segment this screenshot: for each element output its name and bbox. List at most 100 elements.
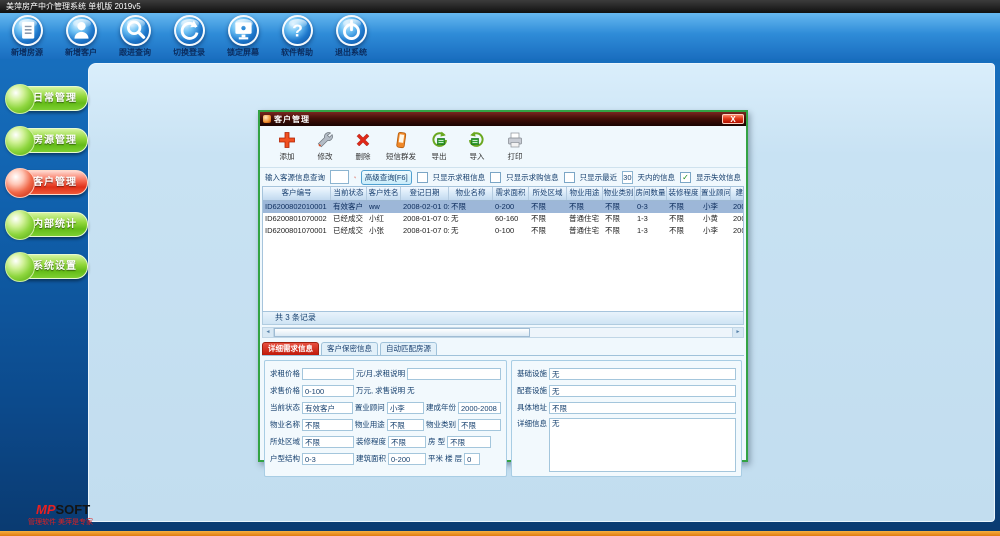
table-column-header[interactable]: 当前状态 — [331, 187, 367, 200]
detail-tabs: 详细需求信息 客户保密信息 自动匹配房源 — [262, 342, 744, 356]
table-cell: 不限 — [605, 214, 620, 223]
pill-ball-icon — [5, 84, 35, 114]
dialog-toolbar-label: 添加 — [279, 152, 295, 161]
table-cell: 小李 — [703, 226, 718, 235]
sidebar-item-system-settings[interactable]: 系统设置 — [5, 252, 88, 282]
advanced-query-button[interactable]: 高级查询[F6] — [360, 169, 412, 185]
form-label: 层 — [454, 454, 463, 463]
dialog-title: 客户管理 — [274, 114, 310, 124]
tab-auto-match-listings[interactable]: 自动匹配房源 — [380, 342, 437, 355]
tab-demand-detail[interactable]: 详细需求信息 — [262, 342, 319, 355]
delete-icon — [356, 133, 370, 147]
form-field[interactable] — [407, 367, 501, 380]
table-column-header[interactable]: 客户姓名 — [367, 187, 401, 200]
toolbar-follow-up-search-button[interactable]: 跟进查询 — [108, 15, 162, 58]
switch-login-refresh-icon — [173, 15, 205, 46]
add-button[interactable]: 添加 — [272, 130, 302, 162]
form-label: 元/月,求租说明 — [356, 369, 406, 378]
search-input[interactable] — [330, 170, 349, 184]
sidebar-item-listing-management[interactable]: 房源管理 — [5, 126, 88, 156]
form-field[interactable]: 无 — [549, 418, 736, 472]
form-label: 配套设施 — [517, 386, 547, 395]
form-field[interactable]: 小李 — [386, 401, 424, 414]
edit-button[interactable]: 修改 — [310, 130, 340, 162]
print-button[interactable]: 打印 — [500, 130, 530, 162]
form-field[interactable]: 无 — [549, 367, 736, 380]
demand-detail-groupbox-right: 基础设施无配套设施无具体地址 不限 详细信息无 — [511, 360, 742, 477]
form-field[interactable] — [302, 367, 354, 380]
close-icon[interactable]: X — [722, 114, 744, 124]
toolbar-software-help-button[interactable]: ? 软件帮助 — [270, 15, 324, 58]
table-row[interactable]: ID6200802010001有效客户ww2008-02-01 0:00不限0-… — [263, 201, 743, 213]
form-field[interactable]: 有效客户 — [302, 401, 353, 414]
form-label: 房 型 — [428, 437, 446, 446]
table-row[interactable]: ID6200801070002 已经成交小红 2008-01-07 0:00无 60-… — [263, 213, 743, 225]
scrollbar-thumb[interactable] — [274, 328, 530, 337]
form-field[interactable]: 不限 — [549, 401, 736, 414]
delete-button[interactable]: 删除 — [348, 130, 378, 162]
table-column-header[interactable]: 登记日期 — [401, 187, 449, 200]
table-column-header[interactable]: 物业类别 — [603, 187, 635, 200]
dialog-toolbar-label: 导入 — [469, 152, 485, 161]
toolbar-new-customer-button[interactable]: 新增客户 — [54, 15, 108, 58]
form-field[interactable]: 不限 — [302, 418, 353, 431]
search-magnifier-icon[interactable] — [353, 171, 356, 184]
form-label: 物业用途 — [354, 420, 385, 429]
edit-wrench-icon — [317, 132, 333, 148]
toolbar-new-listing-button[interactable]: 新增房源 — [0, 15, 54, 58]
table-cell: 不限 — [669, 214, 684, 223]
checkbox-recent-only[interactable] — [563, 171, 575, 183]
import-button[interactable]: 导入 — [462, 130, 492, 162]
form-field[interactable]: 2000-2008 — [457, 401, 501, 414]
form-label: 建筑面积 — [356, 454, 386, 463]
pill-ball-icon — [5, 168, 35, 198]
recent-days-input[interactable]: 30 — [622, 170, 633, 184]
table-cell: 不限 — [531, 214, 546, 223]
sidebar-item-customer-management[interactable]: 客户管理 — [5, 168, 88, 198]
export-button[interactable]: 导出 — [424, 130, 454, 162]
checkbox-rent-only-label: 只显示求租信息 — [432, 172, 486, 182]
toolbar-lock-screen-button[interactable]: 锁定屏幕 — [216, 15, 270, 58]
sidebar-item-internal-statistics[interactable]: 内部统计 — [5, 210, 88, 240]
scroll-right-arrow-icon[interactable]: ► — [732, 328, 743, 337]
table-cell: 无 — [451, 226, 459, 235]
table-column-header[interactable]: 房间数量 — [635, 187, 667, 200]
table-cell: ID6200801070001 — [265, 226, 327, 235]
table-column-header[interactable]: 物业名称 — [449, 187, 493, 200]
form-field[interactable]: 0-200 — [388, 452, 426, 465]
form-field[interactable]: 无 — [549, 384, 736, 397]
checkbox-show-expired[interactable]: ✓ — [680, 171, 691, 183]
table-column-header[interactable]: 客户编号 — [263, 187, 331, 200]
checkbox-buy-only[interactable] — [490, 171, 502, 183]
form-field[interactable]: 0-100 — [302, 384, 354, 397]
sms-broadcast-button[interactable]: 短信群发 — [386, 130, 416, 162]
add-icon — [279, 132, 295, 148]
table-column-header[interactable]: 物业用途 — [567, 187, 603, 200]
form-field[interactable]: 不限 — [386, 418, 424, 431]
form-field[interactable]: 不限 — [457, 418, 501, 431]
table-column-header[interactable]: 置业顾问 — [701, 187, 731, 200]
table-column-header[interactable]: 建成年份 — [731, 187, 744, 200]
form-field[interactable]: 0 — [464, 452, 481, 465]
dialog-icon — [263, 115, 271, 123]
table-column-header[interactable]: 需求面积 — [493, 187, 529, 200]
form-field[interactable]: 不限 — [447, 435, 492, 448]
table-column-header[interactable]: 装修程度 — [667, 187, 701, 200]
checkbox-rent-only[interactable] — [416, 171, 428, 183]
table-cell: ID6200801070002 — [265, 214, 327, 223]
horizontal-scrollbar[interactable]: ◄ ► — [262, 327, 744, 338]
table-column-header[interactable]: 所处区域 — [529, 187, 567, 200]
table-row[interactable]: ID6200801070001 已经成交小张 2008-01-07 0:00无 0-1… — [263, 225, 743, 237]
form-field[interactable]: 0-3 — [302, 452, 354, 465]
form-field[interactable]: 不限 — [388, 435, 426, 448]
tab-customer-private-info[interactable]: 客户保密信息 — [321, 342, 378, 355]
scroll-left-arrow-icon[interactable]: ◄ — [263, 328, 274, 337]
toolbar-switch-login-button[interactable]: 切换登录 — [162, 15, 216, 58]
toolbar-label: 新增客户 — [65, 48, 97, 57]
form-label: 物业名称 — [270, 420, 300, 429]
exit-power-icon — [335, 15, 367, 46]
form-field[interactable]: 不限 — [302, 435, 354, 448]
table-cell: 小黄 — [703, 214, 718, 223]
toolbar-exit-system-button[interactable]: 退出系统 — [324, 15, 378, 58]
sidebar-item-daily-management[interactable]: 日常管理 — [5, 84, 88, 114]
